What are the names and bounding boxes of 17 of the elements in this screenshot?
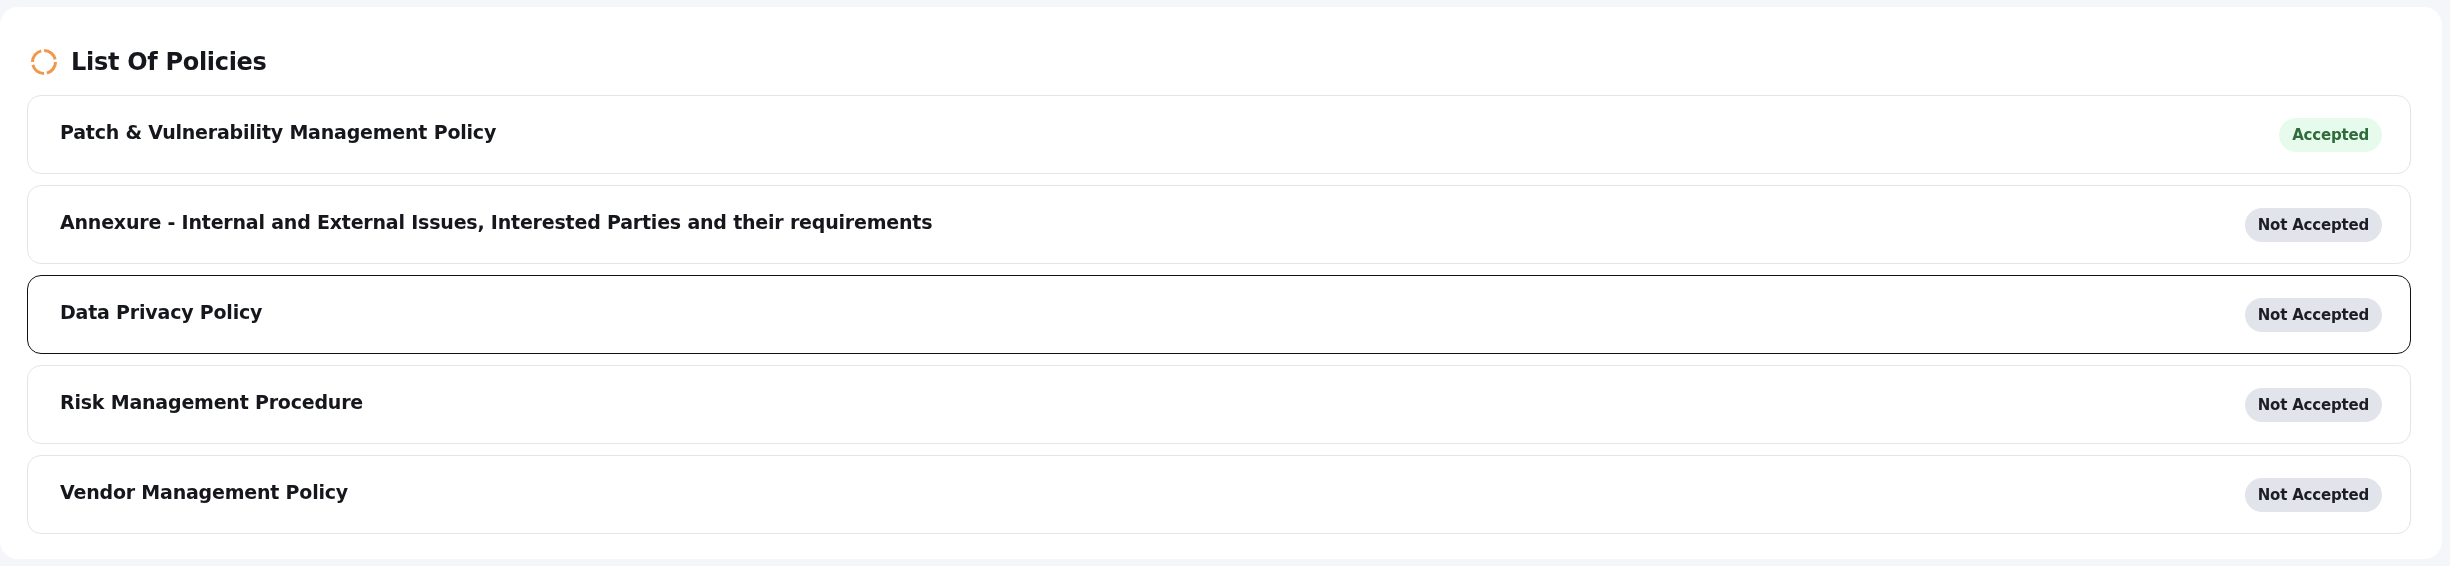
policy-row[interactable]: Risk Management Procedure Not Accepted: [27, 365, 2411, 444]
policy-row[interactable]: Data Privacy Policy Not Accepted: [27, 275, 2411, 354]
policy-name: Data Privacy Policy: [60, 300, 263, 323]
status-badge: Not Accepted: [2244, 477, 2382, 512]
loading-icon: [30, 48, 58, 76]
policy-row[interactable]: Vendor Management Policy Not Accepted: [27, 455, 2411, 534]
policy-name: Patch & Vulnerability Management Policy: [60, 120, 497, 143]
status-badge: Accepted: [2279, 117, 2382, 152]
policy-row[interactable]: Annexure - Internal and External Issues, Interested Parties and their requirements Not Accepted: [27, 185, 2411, 264]
policy-row[interactable]: Patch & Vulnerability Management Policy Accepted: [27, 95, 2411, 174]
policy-name: Vendor Management Policy: [60, 480, 349, 503]
policy-name: Risk Management Procedure: [60, 390, 364, 413]
policy-name: Annexure - Internal and External Issues, Interested Parties and their requirements: [60, 210, 933, 233]
section-title: List Of Policies: [71, 48, 267, 76]
status-badge: Not Accepted: [2244, 207, 2382, 242]
status-badge: Not Accepted: [2244, 387, 2382, 422]
status-badge: Not Accepted: [2244, 297, 2382, 332]
